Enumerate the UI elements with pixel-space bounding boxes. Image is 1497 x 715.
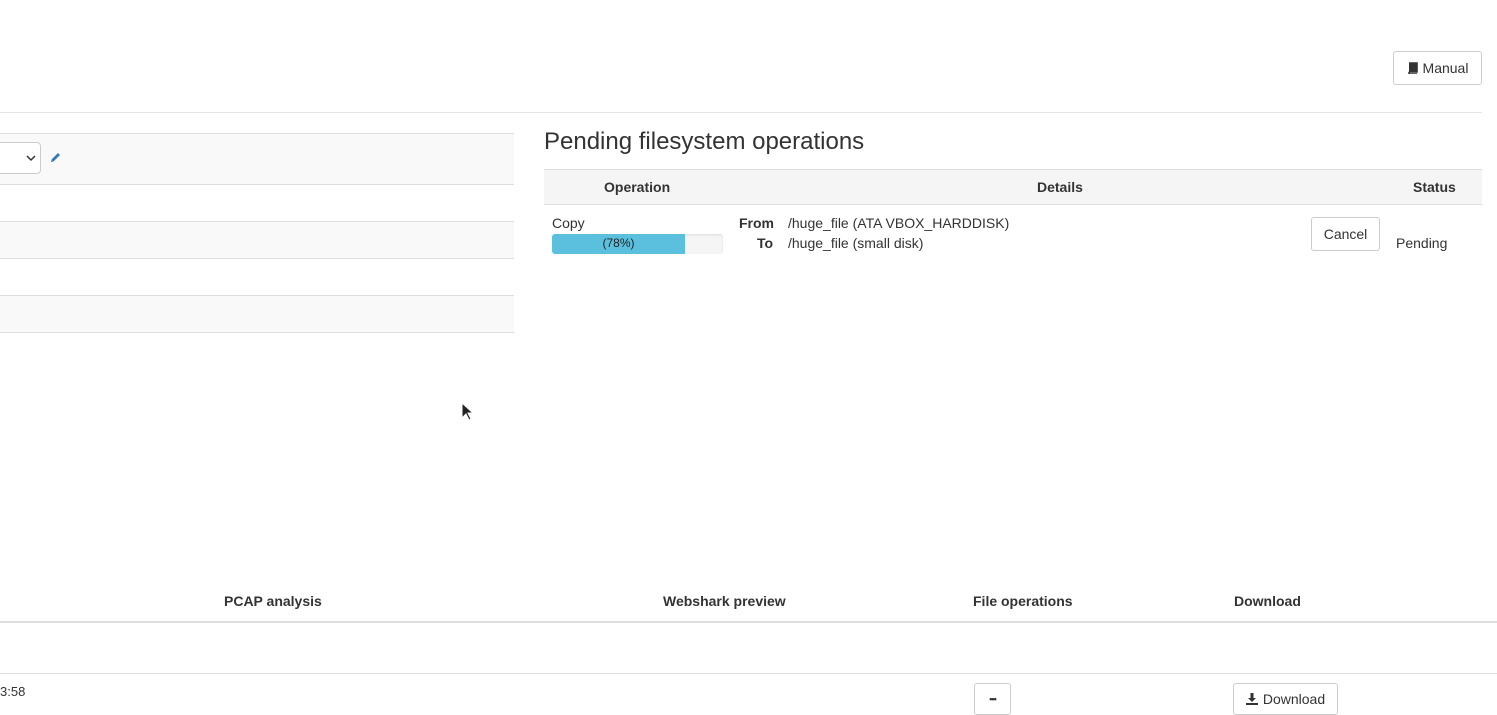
col-webshark-preview: Webshark preview (663, 593, 786, 609)
files-header-border (0, 621, 1497, 623)
pending-ops-header (544, 169, 1482, 205)
pencil-icon[interactable] (49, 151, 62, 164)
col-download: Download (1234, 593, 1301, 609)
col-details: Details (1037, 179, 1083, 195)
to-label: To (757, 235, 774, 251)
cancel-button[interactable]: Cancel (1311, 217, 1380, 251)
disk-select[interactable] (0, 142, 41, 174)
header-divider (0, 112, 1482, 113)
from-label: From (739, 215, 774, 231)
left-row-2 (0, 184, 514, 222)
book-icon (1407, 62, 1418, 74)
col-operation: Operation (604, 179, 671, 195)
manual-button[interactable]: Manual (1393, 51, 1482, 85)
chevron-down-icon (26, 154, 36, 162)
to-value: /huge_file (small disk) (788, 235, 924, 251)
pending-ops-title: Pending filesystem operations (544, 128, 865, 155)
download-button-label: Download (1262, 691, 1326, 707)
operation-type: Copy (552, 215, 585, 231)
left-row-4 (0, 258, 514, 296)
progress-bar: (78%) (552, 234, 723, 254)
left-row-3 (0, 221, 514, 259)
file-ops-more-button[interactable]: ••• (974, 683, 1011, 715)
manual-button-label: Manual (1422, 60, 1469, 76)
col-pcap-analysis: PCAP analysis (224, 593, 322, 609)
status-text: Pending (1396, 235, 1448, 251)
row-time: 3:58 (0, 684, 26, 699)
col-status: Status (1413, 179, 1456, 195)
left-table-bottom-border (0, 332, 514, 333)
col-file-operations: File operations (973, 593, 1073, 609)
download-button[interactable]: Download (1233, 683, 1338, 715)
left-row-5 (0, 295, 514, 333)
files-row-border (0, 673, 1497, 674)
left-row-1 (0, 133, 514, 185)
from-value: /huge_file (ATA VBOX_HARDDISK) (788, 215, 1010, 231)
progress-label: (78%) (602, 236, 635, 250)
download-icon (1245, 693, 1258, 705)
mouse-cursor-icon (461, 402, 474, 422)
